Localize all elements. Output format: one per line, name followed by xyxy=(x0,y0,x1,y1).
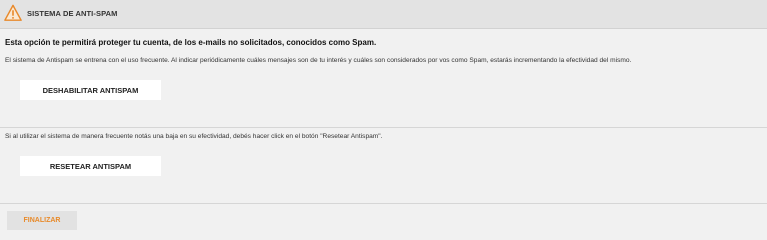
finish-button[interactable]: FINALIZAR xyxy=(7,211,77,230)
description-text: El sistema de Antispam se entrena con el… xyxy=(5,57,632,64)
divider xyxy=(0,203,767,204)
disable-antispam-button[interactable]: DESHABILITAR ANTISPAM xyxy=(20,80,161,100)
warning-icon xyxy=(4,4,22,21)
reset-antispam-button[interactable]: RESETEAR ANTISPAM xyxy=(20,156,161,176)
divider xyxy=(0,127,767,128)
page-title: SISTEMA DE ANTI-SPAM xyxy=(27,9,118,18)
intro-text: Esta opción te permitirá proteger tu cue… xyxy=(5,38,377,47)
reset-note-text: Si al utilizar el sistema de manera frec… xyxy=(5,133,383,140)
panel-header: SISTEMA DE ANTI-SPAM xyxy=(0,0,767,29)
